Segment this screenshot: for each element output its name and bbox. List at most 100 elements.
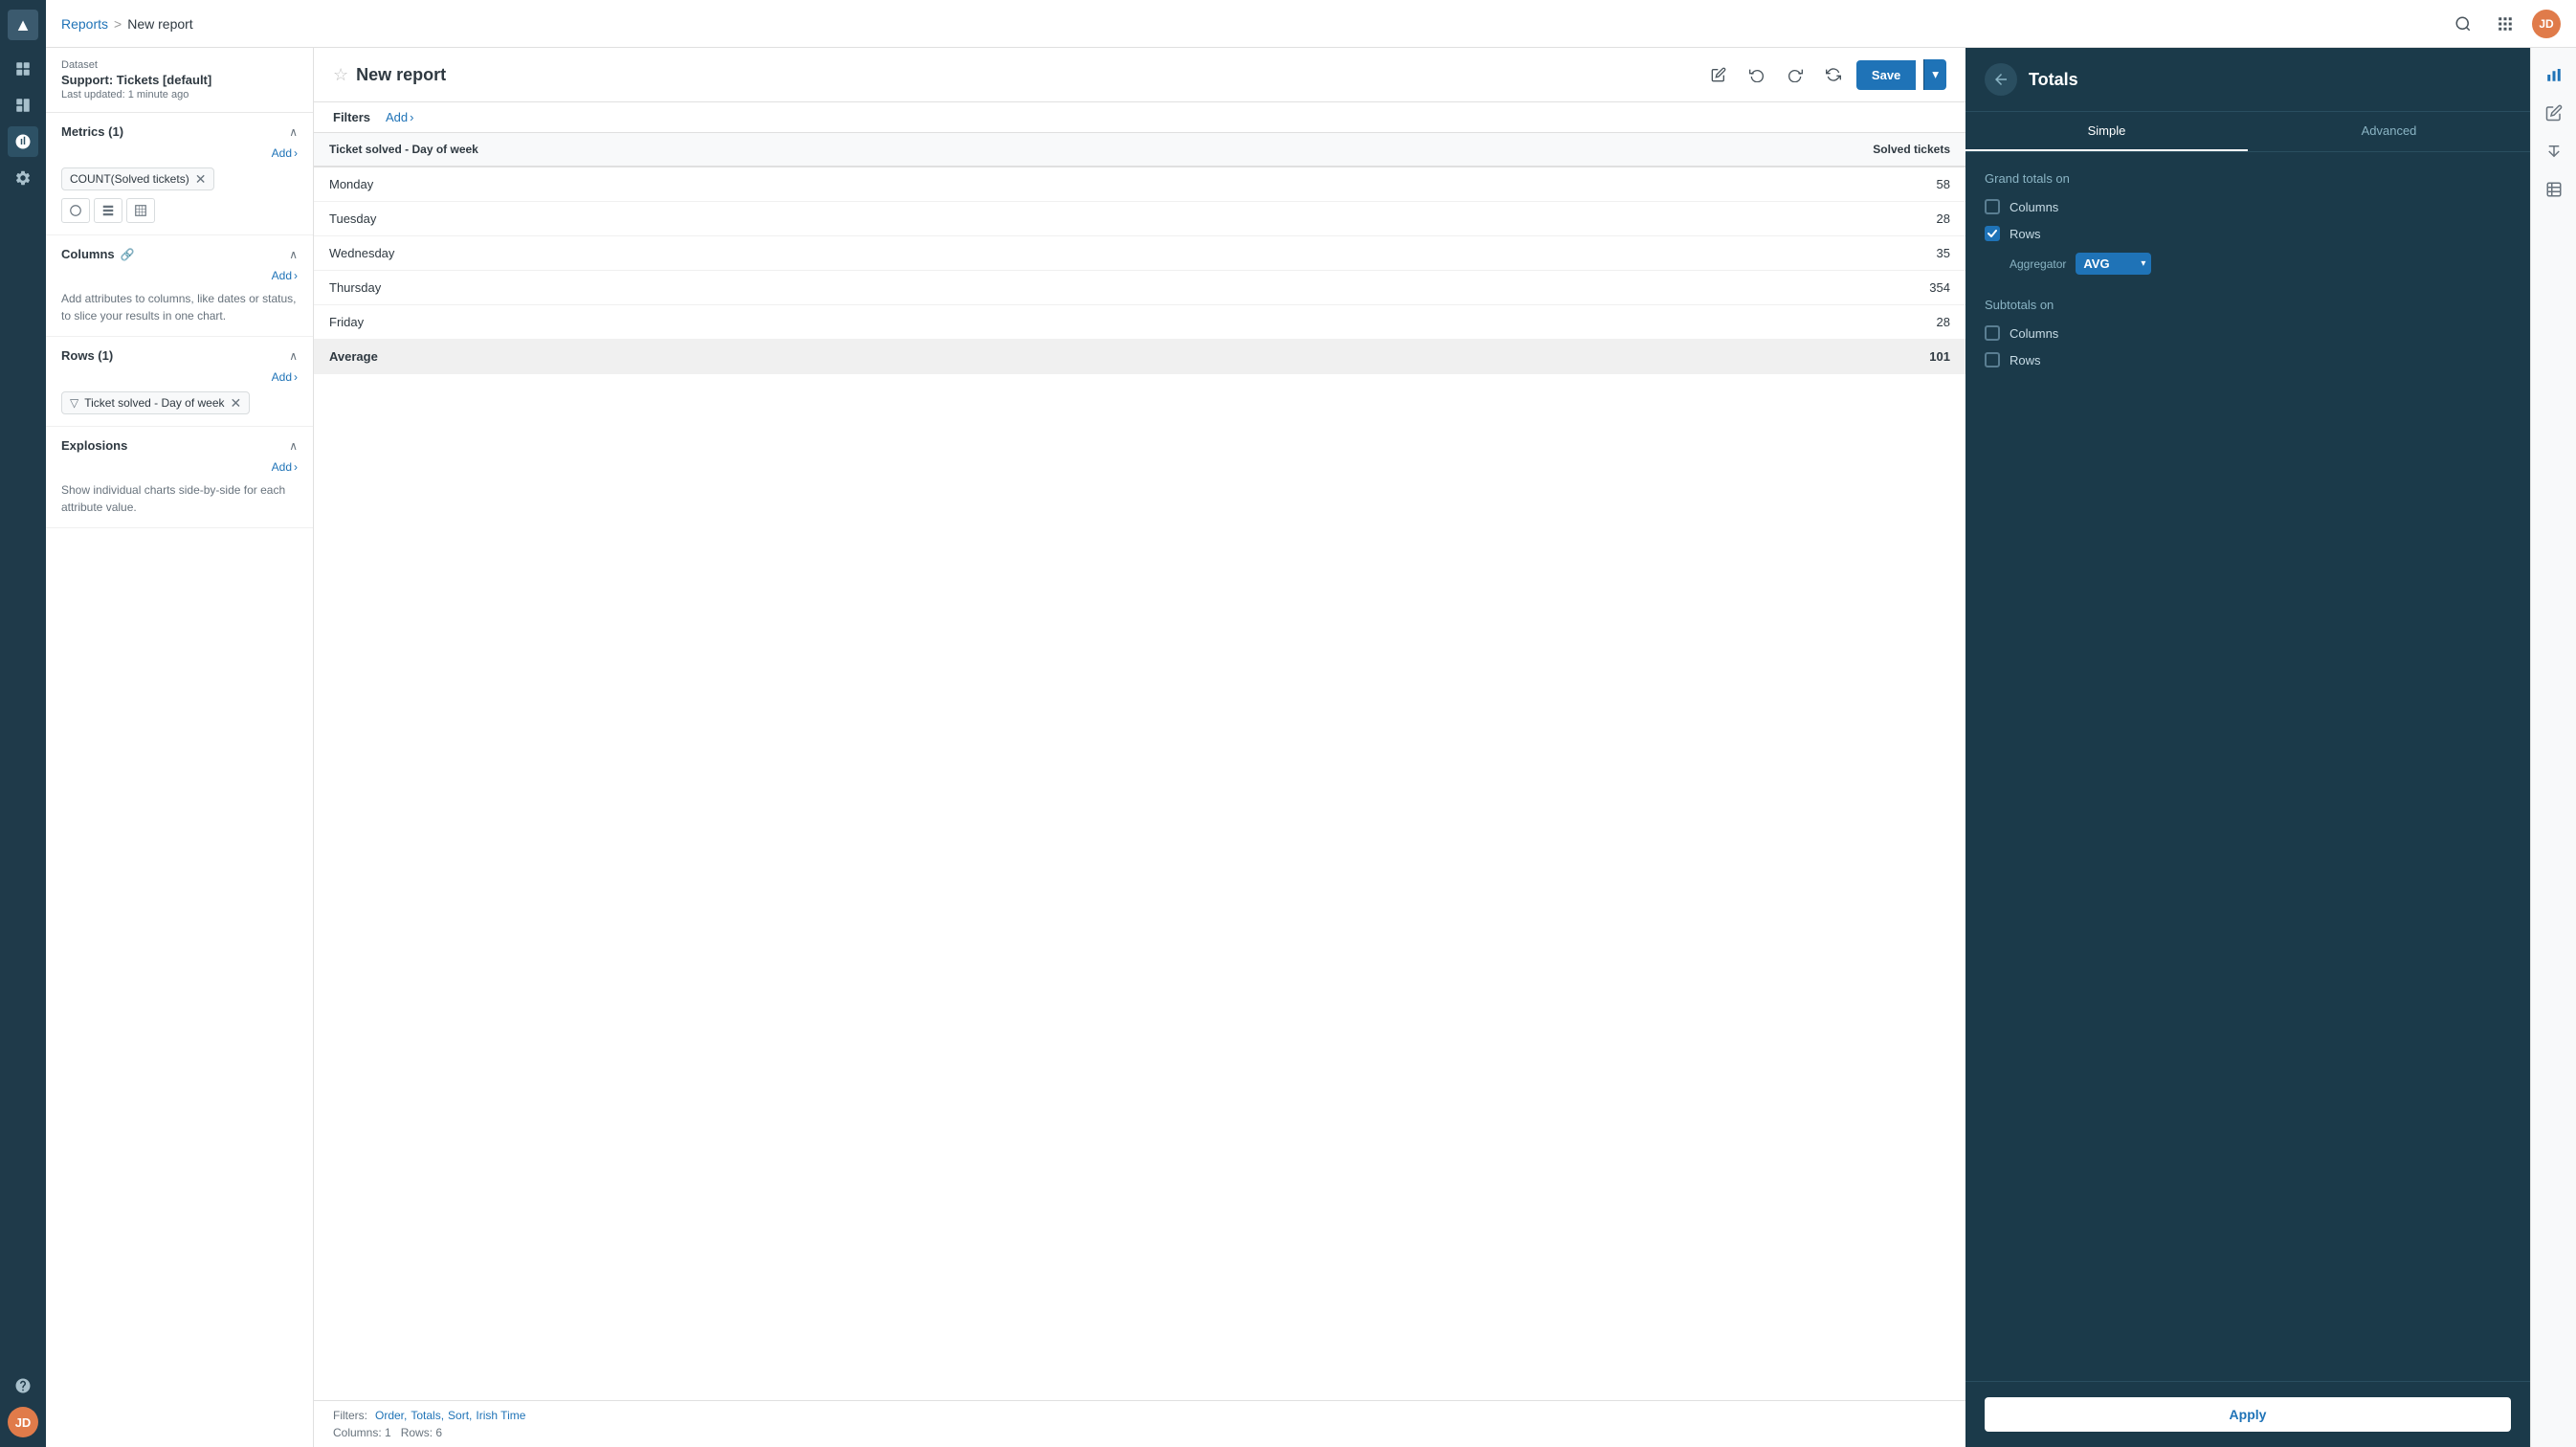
explosions-collapse[interactable]: ∧ bbox=[289, 439, 298, 453]
aggregator-row: Aggregator AVG SUM MIN MAX COUNT bbox=[2010, 253, 2511, 275]
table-row: Tuesday 28 bbox=[314, 202, 1965, 236]
user-avatar[interactable]: JD bbox=[2532, 10, 2561, 38]
filter-tag-irishtime[interactable]: Irish Time bbox=[476, 1409, 525, 1422]
logo-icon: ▲ bbox=[14, 15, 32, 35]
table-view-icon[interactable] bbox=[2537, 172, 2571, 207]
average-label: Average bbox=[314, 340, 1346, 374]
star-icon[interactable]: ☆ bbox=[333, 65, 348, 85]
aggregator-label: Aggregator bbox=[2010, 257, 2066, 271]
totals-tabs: Simple Advanced bbox=[1965, 112, 2530, 152]
grand-totals-rows-checkbox[interactable] bbox=[1985, 226, 2000, 241]
subtotals-title: Subtotals on bbox=[1985, 298, 2511, 312]
columns-link-icon[interactable]: 🔗 bbox=[121, 248, 135, 261]
sidebar-item-dashboard[interactable] bbox=[8, 90, 38, 121]
filter-tag-totals[interactable]: Totals, bbox=[411, 1409, 444, 1422]
subtotals-rows-row: Rows bbox=[1985, 352, 2511, 367]
chart-icon-0[interactable] bbox=[61, 198, 90, 223]
refresh-button[interactable] bbox=[1818, 59, 1849, 90]
app-logo[interactable]: ▲ bbox=[8, 10, 38, 40]
top-bar: Reports > New report JD bbox=[46, 0, 2576, 48]
avatar[interactable]: JD bbox=[8, 1407, 38, 1437]
row-chip-close[interactable]: ✕ bbox=[231, 396, 242, 410]
breadcrumb-current: New report bbox=[127, 16, 192, 32]
table-row: Friday 28 bbox=[314, 305, 1965, 340]
table-row: Monday 58 bbox=[314, 167, 1965, 202]
search-button[interactable] bbox=[2448, 9, 2478, 39]
undo-button[interactable] bbox=[1742, 59, 1772, 90]
totals-header: Totals bbox=[1965, 48, 2530, 112]
filter-tags: Filters: Order, Totals, Sort, Irish Time bbox=[333, 1409, 1946, 1422]
grand-totals-rows-label: Rows bbox=[2010, 227, 2041, 241]
sidebar-panel: Dataset Support: Tickets [default] Last … bbox=[46, 48, 314, 1447]
cell-tickets-0: 58 bbox=[1346, 167, 1965, 202]
tab-simple[interactable]: Simple bbox=[1965, 112, 2248, 151]
row-chip-label: Ticket solved - Day of week bbox=[84, 396, 224, 410]
aggregator-select-wrap: AVG SUM MIN MAX COUNT bbox=[2076, 253, 2151, 275]
subtotals-columns-label: Columns bbox=[2010, 326, 2058, 341]
metrics-section: Metrics (1) ∧ Add › COUNT(Solved tickets… bbox=[46, 113, 313, 235]
rows-info: Rows: 6 bbox=[401, 1426, 442, 1439]
rows-title: Rows (1) bbox=[61, 348, 113, 363]
dataset-label: Dataset bbox=[61, 59, 298, 71]
cell-day-0: Monday bbox=[314, 167, 1346, 202]
columns-collapse[interactable]: ∧ bbox=[289, 248, 298, 261]
aggregator-select[interactable]: AVG SUM MIN MAX COUNT bbox=[2076, 253, 2151, 275]
redo-button[interactable] bbox=[1780, 59, 1810, 90]
rows-collapse[interactable]: ∧ bbox=[289, 349, 298, 363]
chart-view-icon[interactable] bbox=[2537, 57, 2571, 92]
metrics-add[interactable]: Add › bbox=[272, 146, 298, 160]
sort-view-icon[interactable] bbox=[2537, 134, 2571, 168]
tab-advanced[interactable]: Advanced bbox=[2248, 112, 2530, 151]
breadcrumb-reports[interactable]: Reports bbox=[61, 16, 108, 32]
subtotals-rows-checkbox[interactable] bbox=[1985, 352, 2000, 367]
explosions-title: Explosions bbox=[61, 438, 127, 453]
subtotals-columns-row: Columns bbox=[1985, 325, 2511, 341]
edit-button[interactable] bbox=[1703, 59, 1734, 90]
metrics-collapse[interactable]: ∧ bbox=[289, 125, 298, 139]
subtotals-columns-checkbox[interactable] bbox=[1985, 325, 2000, 341]
apps-button[interactable] bbox=[2490, 9, 2520, 39]
filter-tag-order[interactable]: Order, bbox=[375, 1409, 407, 1422]
table-row: Wednesday 35 bbox=[314, 236, 1965, 271]
filters-bar-label: Filters: bbox=[333, 1409, 367, 1422]
report-main: ☆ New report bbox=[314, 48, 1965, 1447]
rows-add[interactable]: Add › bbox=[272, 370, 298, 384]
metric-chip-0: COUNT(Solved tickets) ✕ bbox=[61, 167, 214, 190]
rows-section: Rows (1) ∧ Add › ▽ Ticket solved - Day o… bbox=[46, 337, 313, 427]
metric-chip-label: COUNT(Solved tickets) bbox=[70, 172, 189, 186]
apply-button[interactable]: Apply bbox=[1985, 1397, 2511, 1432]
dataset-updated: Last updated: 1 minute ago bbox=[61, 89, 298, 100]
col-header-tickets: Solved tickets bbox=[1346, 133, 1965, 167]
sidebar-item-support[interactable] bbox=[8, 1370, 38, 1401]
sidebar-item-settings[interactable] bbox=[8, 163, 38, 193]
report-title: New report bbox=[356, 65, 446, 85]
grand-totals-columns-checkbox[interactable] bbox=[1985, 199, 2000, 214]
filters-add-button[interactable]: Add › bbox=[386, 110, 413, 124]
grand-totals-columns-row: Columns bbox=[1985, 199, 2511, 214]
totals-footer: Apply bbox=[1965, 1381, 2530, 1447]
report-title-area: ☆ New report bbox=[333, 65, 446, 85]
columns-add[interactable]: Add › bbox=[272, 269, 298, 282]
chart-icon-2[interactable] bbox=[126, 198, 155, 223]
breadcrumb-separator: > bbox=[114, 16, 122, 32]
sidebar-item-reports[interactable] bbox=[8, 126, 38, 157]
dataset-info: Dataset Support: Tickets [default] Last … bbox=[46, 48, 313, 113]
chart-icon-1[interactable] bbox=[94, 198, 122, 223]
explosions-add[interactable]: Add › bbox=[272, 460, 298, 474]
chart-type-icons bbox=[61, 198, 298, 223]
edit-view-icon[interactable] bbox=[2537, 96, 2571, 130]
save-button[interactable]: Save bbox=[1856, 60, 1916, 90]
grand-totals-columns-label: Columns bbox=[2010, 200, 2058, 214]
totals-body: Grand totals on Columns Rows bbox=[1965, 152, 2530, 1381]
metric-chip-close[interactable]: ✕ bbox=[195, 172, 207, 186]
cell-tickets-3: 354 bbox=[1346, 271, 1965, 305]
metrics-title: Metrics (1) bbox=[61, 124, 123, 139]
right-icon-bar bbox=[2530, 48, 2576, 1447]
totals-back-button[interactable] bbox=[1985, 63, 2017, 96]
save-dropdown-button[interactable]: ▾ bbox=[1923, 59, 1946, 90]
filters-label: Filters bbox=[333, 110, 370, 124]
sidebar-item-home[interactable] bbox=[8, 54, 38, 84]
cell-tickets-2: 35 bbox=[1346, 236, 1965, 271]
filter-tag-sort[interactable]: Sort, bbox=[448, 1409, 472, 1422]
bottom-bar: Filters: Order, Totals, Sort, Irish Time… bbox=[314, 1400, 1965, 1447]
